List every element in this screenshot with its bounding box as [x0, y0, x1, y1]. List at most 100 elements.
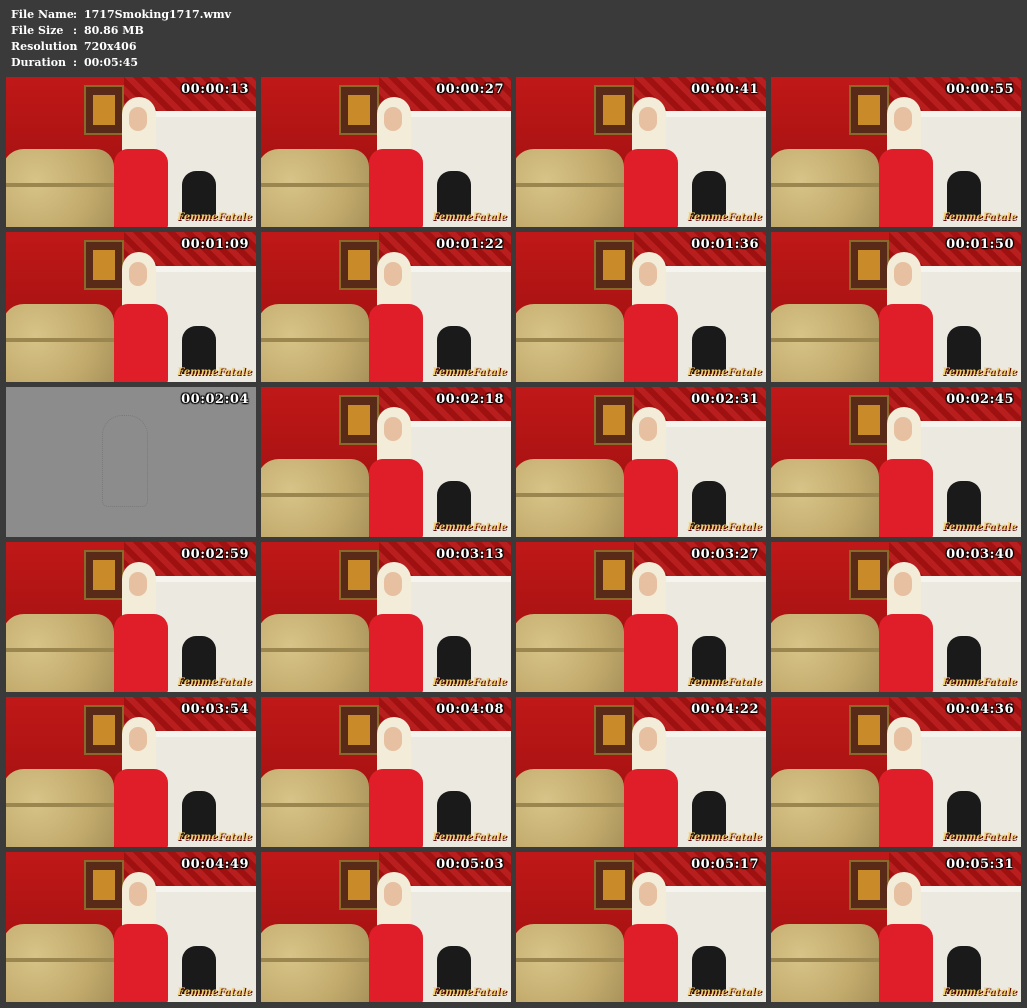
dress: [879, 149, 933, 227]
thumbnail-timestamp: 00:00:13: [181, 82, 249, 97]
face: [384, 882, 402, 906]
video-thumbnail[interactable]: FemmeFatale 00:02:45: [771, 387, 1021, 537]
dress: [879, 614, 933, 692]
video-thumbnail[interactable]: FemmeFatale 00:03:13: [261, 542, 511, 692]
dress: [114, 614, 168, 692]
video-thumbnail[interactable]: FemmeFatale 00:02:18: [261, 387, 511, 537]
thumbnail-timestamp: 00:04:08: [436, 702, 504, 717]
watermark-logo: FemmeFatale: [432, 677, 507, 688]
sofa: [771, 614, 879, 692]
sofa: [261, 304, 369, 382]
sofa: [516, 149, 624, 227]
face: [639, 417, 657, 441]
video-thumbnail[interactable]: FemmeFatale 00:05:17: [516, 852, 766, 1002]
sofa: [261, 614, 369, 692]
video-thumbnail[interactable]: FemmeFatale 00:03:54: [6, 697, 256, 847]
face: [894, 107, 912, 131]
dress: [369, 304, 423, 382]
file-info-panel: File Name : 1717Smoking1717.wmv File Siz…: [11, 7, 231, 71]
face: [129, 262, 147, 286]
thumbnail-timestamp: 00:04:49: [181, 857, 249, 872]
gray-frame-outline: [102, 415, 148, 507]
video-thumbnail[interactable]: FemmeFatale 00:02:59: [6, 542, 256, 692]
face: [894, 572, 912, 596]
sofa: [261, 459, 369, 537]
person-figure: [879, 562, 933, 692]
video-thumbnail[interactable]: FemmeFatale 00:01:09: [6, 232, 256, 382]
dress: [369, 459, 423, 537]
thumbnail-grid: FemmeFatale 00:00:13 FemmeFatale 00:00:27 Fe…: [6, 77, 1022, 1002]
face: [129, 107, 147, 131]
thumbnail-timestamp: 00:01:09: [181, 237, 249, 252]
dress: [369, 614, 423, 692]
video-thumbnail[interactable]: FemmeFatale 00:00:27: [261, 77, 511, 227]
person-figure: [624, 252, 678, 382]
video-thumbnail[interactable]: FemmeFatale 00:05:31: [771, 852, 1021, 1002]
person-figure: [114, 872, 168, 1002]
sofa: [261, 769, 369, 847]
video-thumbnail[interactable]: FemmeFatale 00:04:36: [771, 697, 1021, 847]
file-info-row-size: File Size : 80.86 MB: [11, 23, 231, 39]
video-thumbnail[interactable]: FemmeFatale 00:00:13: [6, 77, 256, 227]
video-thumbnail[interactable]: FemmeFatale 00:04:22: [516, 697, 766, 847]
watermark-logo: FemmeFatale: [942, 212, 1017, 223]
video-thumbnail[interactable]: FemmeFatale 00:01:50: [771, 232, 1021, 382]
watermark-logo: FemmeFatale: [687, 677, 762, 688]
person-figure: [369, 872, 423, 1002]
dress: [114, 924, 168, 1002]
thumbnail-timestamp: 00:00:55: [946, 82, 1014, 97]
file-size-label: File Size: [11, 24, 64, 37]
watermark-logo: FemmeFatale: [687, 367, 762, 378]
video-thumbnail[interactable]: FemmeFatale 00:02:31: [516, 387, 766, 537]
person-figure: [114, 717, 168, 847]
video-thumbnail[interactable]: FemmeFatale 00:00:41: [516, 77, 766, 227]
dress: [624, 459, 678, 537]
file-info-row-name: File Name : 1717Smoking1717.wmv: [11, 7, 231, 23]
watermark-logo: FemmeFatale: [432, 832, 507, 843]
face: [384, 107, 402, 131]
person-figure: [114, 97, 168, 227]
watermark-logo: FemmeFatale: [177, 367, 252, 378]
person-figure: [369, 407, 423, 537]
dress: [624, 304, 678, 382]
video-thumbnail[interactable]: FemmeFatale 00:05:03: [261, 852, 511, 1002]
thumbnail-timestamp: 00:04:22: [691, 702, 759, 717]
face: [894, 727, 912, 751]
face: [639, 262, 657, 286]
face: [129, 727, 147, 751]
face: [894, 882, 912, 906]
sofa: [6, 149, 114, 227]
face: [384, 262, 402, 286]
video-thumbnail[interactable]: FemmeFatale 00:00:55: [771, 77, 1021, 227]
video-thumbnail[interactable]: FemmeFatale 00:01:36: [516, 232, 766, 382]
dress: [369, 924, 423, 1002]
watermark-logo: FemmeFatale: [942, 832, 1017, 843]
info-separator: :: [73, 24, 78, 37]
sofa: [771, 304, 879, 382]
video-thumbnail[interactable]: FemmeFatale 00:03:40: [771, 542, 1021, 692]
video-thumbnail[interactable]: 00:02:04: [6, 387, 256, 537]
video-thumbnail[interactable]: FemmeFatale 00:01:22: [261, 232, 511, 382]
watermark-logo: FemmeFatale: [177, 212, 252, 223]
face: [384, 572, 402, 596]
dress: [369, 769, 423, 847]
dress: [879, 459, 933, 537]
person-figure: [879, 252, 933, 382]
video-thumbnail[interactable]: FemmeFatale 00:04:49: [6, 852, 256, 1002]
watermark-logo: FemmeFatale: [177, 832, 252, 843]
thumbnail-timestamp: 00:05:03: [436, 857, 504, 872]
thumbnail-timestamp: 00:03:40: [946, 547, 1014, 562]
video-thumbnail[interactable]: FemmeFatale 00:03:27: [516, 542, 766, 692]
thumbnail-timestamp: 00:00:27: [436, 82, 504, 97]
thumbnail-timestamp: 00:05:17: [691, 857, 759, 872]
sofa: [516, 924, 624, 1002]
thumbnail-timestamp: 00:02:04: [181, 392, 249, 407]
dress: [114, 304, 168, 382]
video-thumbnail[interactable]: FemmeFatale 00:04:08: [261, 697, 511, 847]
watermark-logo: FemmeFatale: [687, 987, 762, 998]
sofa: [771, 459, 879, 537]
file-name-label: File Name: [11, 8, 74, 21]
thumbnail-timestamp: 00:01:22: [436, 237, 504, 252]
thumbnail-timestamp: 00:05:31: [946, 857, 1014, 872]
person-figure: [624, 872, 678, 1002]
